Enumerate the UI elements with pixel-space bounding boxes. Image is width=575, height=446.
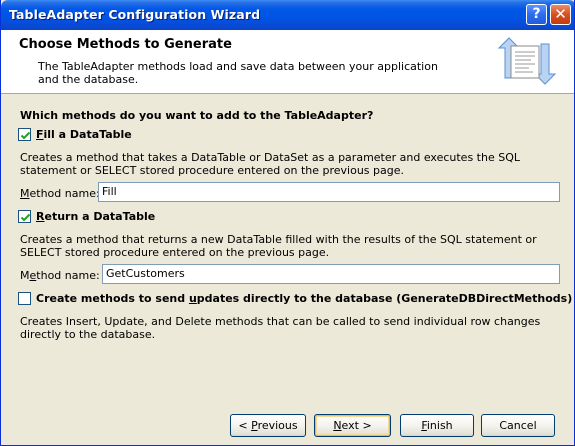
- checkmark-icon: [20, 213, 31, 222]
- direct-methods-label[interactable]: Create methods to send updates directly …: [36, 292, 572, 305]
- return-method-name-input[interactable]: GetCustomers: [102, 264, 560, 284]
- fill-datatable-checkbox[interactable]: [18, 128, 31, 141]
- wizard-methods-icon: [497, 37, 557, 85]
- next-button[interactable]: Next >: [314, 414, 391, 437]
- page-description: The TableAdapter methods load and save d…: [38, 60, 438, 86]
- methods-question: Which methods do you want to add to the …: [20, 109, 374, 122]
- help-button[interactable]: ?: [526, 4, 547, 25]
- wizard-window: TableAdapter Configuration Wizard ? ✕ Ch…: [0, 0, 575, 446]
- fill-datatable-label[interactable]: Fill a DataTable: [36, 128, 132, 141]
- window-title: TableAdapter Configuration Wizard: [9, 7, 261, 22]
- cancel-button[interactable]: Cancel: [481, 414, 555, 437]
- wizard-header: Choose Methods to Generate The TableAdap…: [1, 30, 574, 94]
- fill-method-name-label: Method name:: [20, 187, 100, 200]
- close-button[interactable]: ✕: [550, 4, 571, 25]
- return-datatable-label[interactable]: Return a DataTable: [36, 210, 155, 223]
- return-datatable-checkbox[interactable]: [18, 210, 31, 223]
- title-bar[interactable]: TableAdapter Configuration Wizard ? ✕: [1, 0, 574, 30]
- checkmark-icon: [20, 131, 31, 140]
- page-title: Choose Methods to Generate: [19, 37, 232, 52]
- return-method-name-label: Method name:: [20, 269, 100, 282]
- fill-datatable-description: Creates a method that takes a DataTable …: [20, 151, 520, 177]
- direct-methods-description: Creates Insert, Update, and Delete metho…: [20, 315, 541, 341]
- finish-button[interactable]: Finish: [400, 414, 474, 437]
- return-datatable-description: Creates a method that returns a new Data…: [20, 233, 537, 259]
- direct-methods-checkbox[interactable]: [18, 292, 31, 305]
- fill-method-name-input[interactable]: Fill: [98, 182, 560, 202]
- previous-button[interactable]: < Previous: [230, 414, 306, 437]
